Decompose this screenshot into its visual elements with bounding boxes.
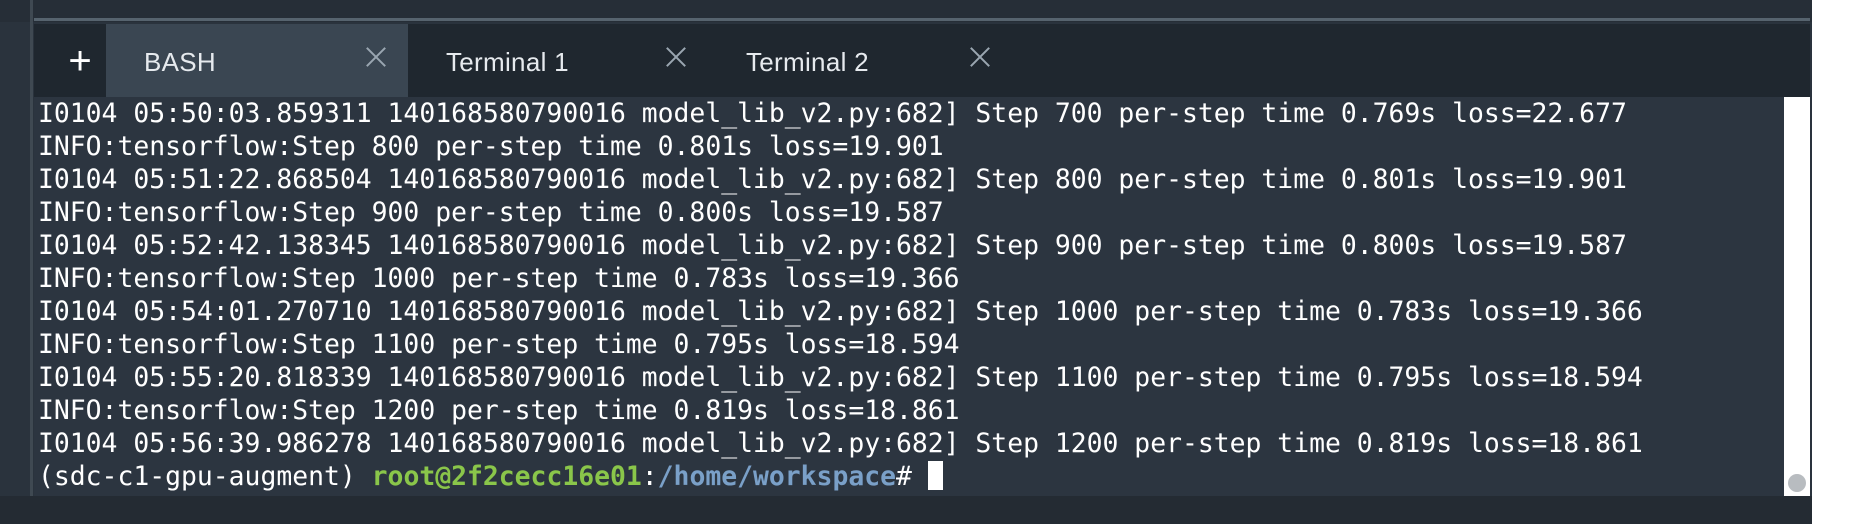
terminal-line: INFO:tensorflow:Step 1000 per-step time … xyxy=(38,263,960,294)
terminal-line: I0104 05:54:01.270710 140168580790016 mo… xyxy=(38,296,1643,327)
prompt-symbol: # xyxy=(896,461,912,492)
terminal-line: I0104 05:50:03.859311 140168580790016 mo… xyxy=(38,98,1627,129)
bottom-strip xyxy=(0,496,1812,524)
tab-label: Terminal 2 xyxy=(746,47,869,77)
prompt-user-host: root@2f2cecc16e01 xyxy=(371,461,642,492)
prompt-environment: (sdc-c1-gpu-augment) xyxy=(38,461,372,492)
prompt-separator: : xyxy=(641,461,658,492)
close-icon[interactable] xyxy=(966,43,994,71)
terminal-line: I0104 05:55:20.818339 140168580790016 mo… xyxy=(38,362,1643,393)
tab-label: Terminal 1 xyxy=(446,47,569,77)
terminal-tab-bar: + BASH Terminal 1 Terminal 2 xyxy=(34,24,1810,97)
terminal-line: I0104 05:56:39.986278 140168580790016 mo… xyxy=(38,428,1643,459)
close-icon[interactable] xyxy=(662,43,690,71)
text-cursor xyxy=(927,461,943,490)
command-prompt[interactable]: (sdc-c1-gpu-augment) root@2f2cecc16e01:/… xyxy=(38,460,943,493)
close-icon[interactable] xyxy=(362,43,390,71)
terminal-line: INFO:tensorflow:Step 1100 per-step time … xyxy=(38,329,960,360)
scrollbar-thumb[interactable] xyxy=(1788,474,1806,492)
left-divider xyxy=(30,0,33,524)
terminal-line: INFO:tensorflow:Step 1200 per-step time … xyxy=(38,395,960,426)
terminal-line: I0104 05:52:42.138345 140168580790016 mo… xyxy=(38,230,1627,261)
terminal-line: INFO:tensorflow:Step 900 per-step time 0… xyxy=(38,197,944,228)
right-margin xyxy=(1812,0,1870,524)
top-divider xyxy=(34,18,1810,21)
tab-terminal-2[interactable]: Terminal 2 xyxy=(708,24,1012,97)
prompt-path: /home/workspace xyxy=(657,461,896,492)
tab-terminal-1[interactable]: Terminal 1 xyxy=(408,24,708,97)
terminal-line: I0104 05:51:22.868504 140168580790016 mo… xyxy=(38,164,1627,195)
terminal-output[interactable]: I0104 05:50:03.859311 140168580790016 mo… xyxy=(34,97,1784,496)
terminal-line: INFO:tensorflow:Step 800 per-step time 0… xyxy=(38,131,944,162)
tab-bash[interactable]: BASH xyxy=(106,24,408,97)
vertical-scrollbar[interactable] xyxy=(1784,97,1810,496)
tab-label: BASH xyxy=(144,47,217,77)
